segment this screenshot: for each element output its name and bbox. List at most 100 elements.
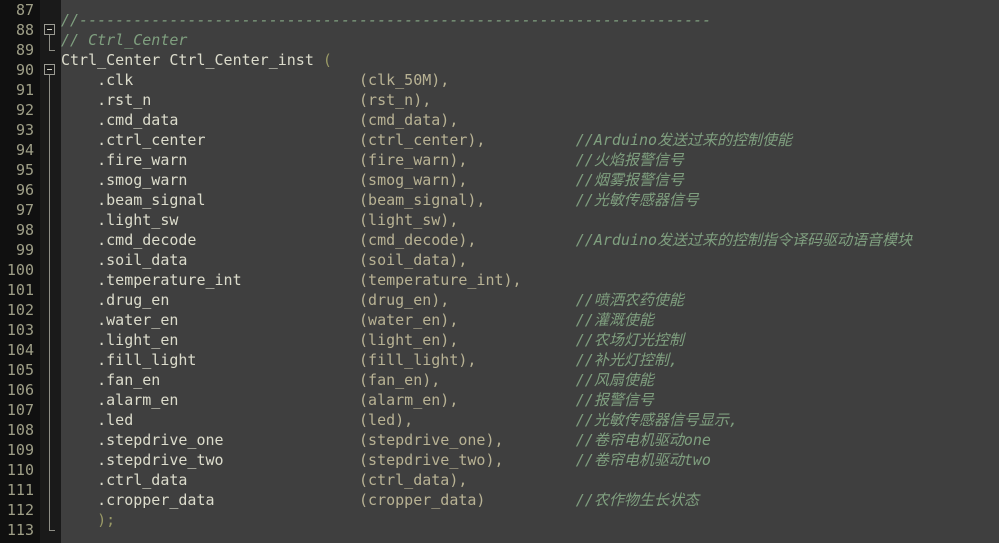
fold-marker-row[interactable] [40,20,61,40]
line-number: 102 [6,301,34,319]
port-name: .alarm_en [97,391,179,409]
column-gap [151,91,359,109]
column-gap [187,171,359,189]
fold-marker-row [40,0,61,20]
code-line[interactable]: .smog_warn (smog_warn), //烟雾报警信号 [61,170,999,190]
fold-tree-line [49,100,50,120]
code-editor-viewport: 87 88 89 90 91 92 93 94 95 96 97 98 99 100 101 102 103 10… [0,0,999,543]
fold-marker-row [40,300,61,320]
column-gap [178,331,359,349]
column-gap [178,111,359,129]
code-line[interactable]: .stepdrive_two (stepdrive_two), //卷帘电机驱动… [61,450,999,470]
line-number: 101 [6,281,34,299]
code-line[interactable]: .ctrl_data (ctrl_data), [61,470,999,490]
fold-marker-row [40,460,61,480]
fold-tree-line [49,380,50,400]
fold-marker-row [40,140,61,160]
code-line[interactable]: .fan_en (fan_en), //风扇使能 [61,370,999,390]
fold-tree-line [49,260,50,280]
code-line[interactable]: .temperature_int (temperature_int), [61,270,999,290]
column-gap [206,131,360,149]
code-line[interactable]: .cmd_decode (cmd_decode), //Arduino发送过来的… [61,230,999,250]
code-line[interactable]: .beam_signal (beam_signal), //光敏传感器信号 [61,190,999,210]
code-text-area[interactable]: //--------------------------------------… [61,0,999,543]
code-line[interactable]: .cropper_data (cropper_data) //农作物生长状态 [61,490,999,510]
column-gap [467,171,575,189]
fold-tree-end-corner [49,40,55,51]
column-gap [178,311,359,329]
code-line[interactable]: .cmd_data (cmd_data), [61,110,999,130]
line-number: 91 [15,81,34,99]
fold-tree-line [49,340,50,360]
fold-marker-row [40,160,61,180]
connected-signal: (ctrl_center), [359,131,486,149]
fold-marker-row [40,500,61,520]
fold-tree-line [49,120,50,140]
connected-signal: (light_en), [359,331,459,349]
fold-tree-line [49,360,50,380]
code-line[interactable]: .soil_data (soil_data), [61,250,999,270]
port-name: .light_sw [97,211,179,229]
connected-signal: (fill_light), [359,351,477,369]
code-line[interactable]: .water_en (water_en), //灌溉使能 [61,310,999,330]
column-gap [224,451,359,469]
line-number: 92 [15,101,34,119]
code-line[interactable]: .clk (clk_50M), [61,70,999,90]
code-folding-gutter[interactable] [40,0,61,543]
fold-tree-line [49,320,50,340]
code-line[interactable]: .rst_n (rst_n), [61,90,999,110]
code-line[interactable]: // Ctrl_Center [61,30,999,50]
column-gap [196,231,359,249]
line-number-list: 87 88 89 90 91 92 93 94 95 96 97 98 99 100 101 102 103 10… [0,0,40,540]
column-gap [178,391,359,409]
code-line[interactable] [61,0,999,10]
connected-signal: (cmd_decode), [359,231,477,249]
column-gap [242,271,359,289]
column-gap [196,351,359,369]
fold-collapse-icon[interactable] [44,24,55,35]
inline-comment: //光敏传感器信号 [575,191,699,209]
port-name: .fire_warn [97,151,188,169]
column-gap [440,371,575,389]
code-line[interactable]: .led (led), //光敏传感器信号显示, [61,410,999,430]
code-line[interactable]: .stepdrive_one (stepdrive_one), //卷帘电机驱动… [61,430,999,450]
fold-collapse-icon[interactable] [44,64,55,75]
instance-declaration: Ctrl_Center Ctrl_Center_inst [61,51,323,69]
port-name: .stepdrive_one [97,431,224,449]
closing-paren: ); [61,511,116,529]
column-gap [458,331,575,349]
code-line[interactable]: ); [61,510,999,530]
code-line[interactable]: //--------------------------------------… [61,10,999,30]
code-line[interactable]: .light_en (light_en), //农场灯光控制 [61,330,999,350]
line-number: 100 [6,261,34,279]
inline-comment: //风扇使能 [575,371,654,389]
inline-comment: //喷洒农药使能 [575,291,684,309]
port-name: .soil_data [97,251,188,269]
connected-signal: (beam_signal), [359,191,486,209]
code-line[interactable]: .ctrl_center (ctrl_center), //Arduino发送过… [61,130,999,150]
column-gap [458,311,575,329]
column-gap [476,351,575,369]
column-gap [476,231,575,249]
code-line[interactable]: Ctrl_Center Ctrl_Center_inst ( [61,50,999,70]
code-line[interactable]: .alarm_en (alarm_en), //报警信号 [61,390,999,410]
fold-marker-row[interactable] [40,60,61,80]
port-name: .water_en [97,311,179,329]
line-number: 89 [15,41,34,59]
code-line[interactable]: .drug_en (drug_en), //喷洒农药使能 [61,290,999,310]
fold-tree-line [49,240,50,260]
port-name: .cropper_data [97,491,215,509]
inline-comment: //农作物生长状态 [575,491,699,509]
code-line[interactable]: .fill_light (fill_light), //补光灯控制, [61,350,999,370]
fold-tree-line [49,400,50,420]
code-line[interactable]: .light_sw (light_sw), [61,210,999,230]
port-name: .fan_en [97,371,161,389]
code-line[interactable]: .fire_warn (fire_warn), //火焰报警信号 [61,150,999,170]
column-gap [485,491,575,509]
port-name: .led [97,411,134,429]
